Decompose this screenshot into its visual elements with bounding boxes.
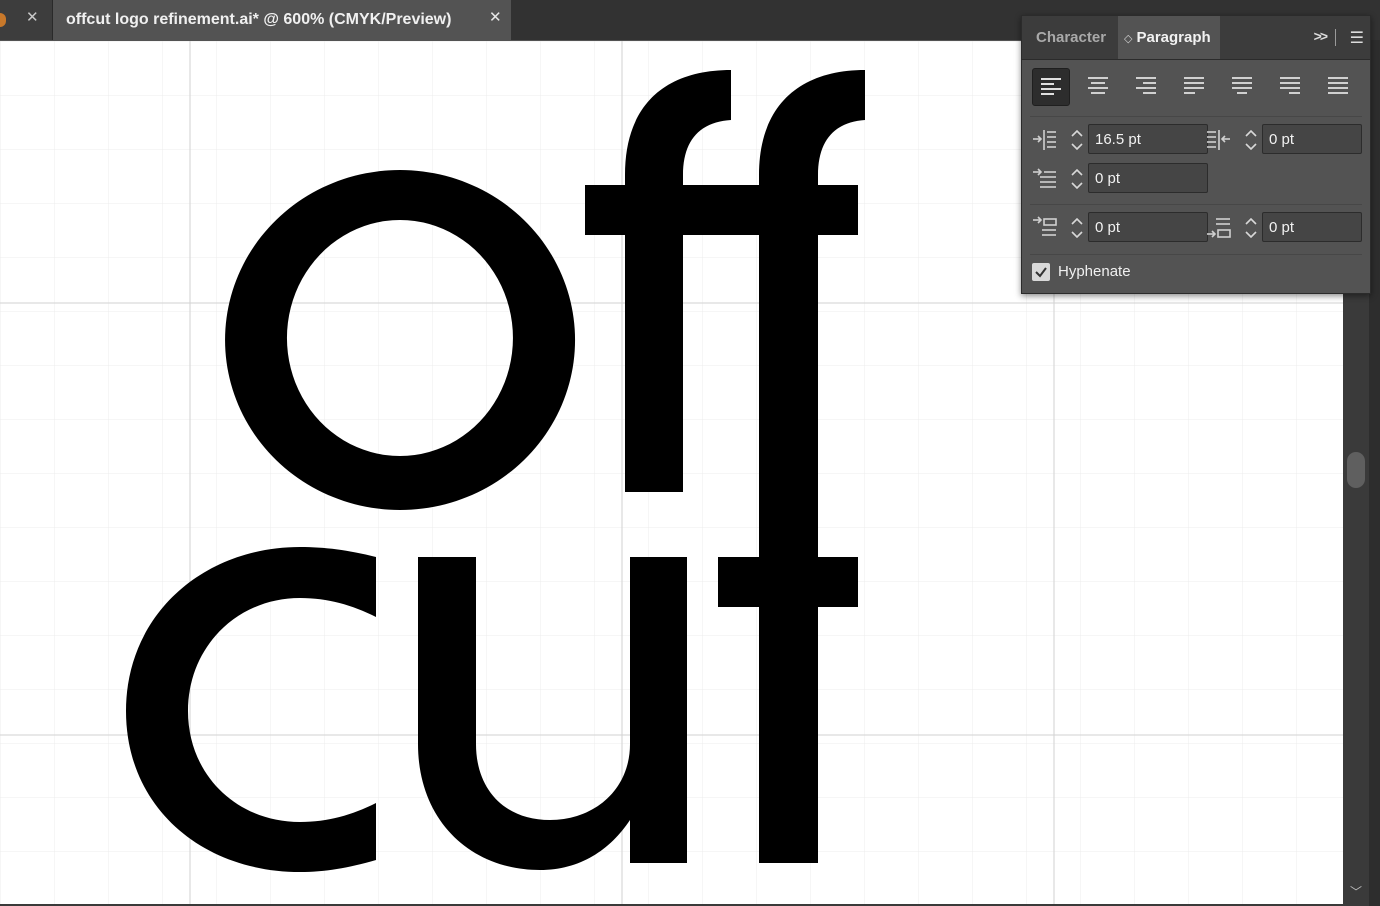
align-left-icon xyxy=(1041,78,1061,95)
left-indent-stepper[interactable] xyxy=(1064,124,1090,156)
indent-row: 16.5 pt 0 pt xyxy=(1032,124,1362,156)
panel-expand-icon[interactable]: >> xyxy=(1314,28,1328,44)
right-indent-icon xyxy=(1207,130,1230,150)
stepper-arrows-icon xyxy=(1245,130,1257,150)
first-line-indent-field[interactable]: 0 pt xyxy=(1088,163,1208,193)
align-right-icon xyxy=(1136,77,1156,94)
left-indent-field[interactable]: 16.5 pt xyxy=(1088,124,1208,154)
close-icon[interactable]: ✕ xyxy=(26,8,39,26)
scrollbar-thumb[interactable] xyxy=(1347,452,1365,488)
justify-last-left-icon xyxy=(1184,77,1204,94)
paragraph-panel: Character ◇ Paragraph >> ☰ 16.5 pt 0 pt … xyxy=(1021,15,1371,294)
justify-last-center-button[interactable] xyxy=(1224,68,1260,104)
scroll-down-arrow-icon[interactable]: ﹀ xyxy=(1350,883,1362,900)
space-after-stepper[interactable] xyxy=(1238,212,1264,244)
space-before-stepper[interactable] xyxy=(1064,212,1090,244)
document-tab-title: offcut logo refinement.ai* @ 600% (CMYK/… xyxy=(66,11,452,28)
spacing-row: 0 pt 0 pt xyxy=(1032,212,1362,244)
justify-all-icon xyxy=(1328,77,1348,94)
close-tab-icon[interactable]: ✕ xyxy=(489,8,502,26)
align-center-icon xyxy=(1088,77,1108,94)
first-line-indent-row: 0 pt xyxy=(1032,163,1362,195)
alignment-buttons xyxy=(1032,68,1362,106)
glyph-t-crossbar xyxy=(718,557,858,607)
first-line-indent-icon xyxy=(1033,168,1056,188)
stepper-arrows-icon xyxy=(1071,130,1083,150)
panel-menu-icon[interactable]: ☰ xyxy=(1350,28,1364,48)
justify-last-left-button[interactable] xyxy=(1176,68,1212,104)
space-before-field[interactable]: 0 pt xyxy=(1088,212,1208,242)
stepper-arrows-icon xyxy=(1071,169,1083,189)
align-left-button[interactable] xyxy=(1032,68,1070,106)
panel-divider xyxy=(1030,204,1362,205)
panel-divider xyxy=(1030,254,1362,255)
panel-divider xyxy=(1030,116,1362,117)
hyphenate-label: Hyphenate xyxy=(1058,263,1131,280)
first-line-indent-stepper[interactable] xyxy=(1064,163,1090,195)
align-center-button[interactable] xyxy=(1080,68,1116,104)
right-indent-stepper[interactable] xyxy=(1238,124,1264,156)
space-before-icon xyxy=(1033,216,1057,236)
tab-paragraph-label: Paragraph xyxy=(1136,29,1211,46)
align-right-button[interactable] xyxy=(1128,68,1164,104)
panel-tab-bar: Character ◇ Paragraph >> ☰ xyxy=(1022,16,1370,60)
checkmark-icon xyxy=(1035,267,1047,278)
space-after-field[interactable]: 0 pt xyxy=(1262,212,1362,242)
justify-last-center-icon xyxy=(1232,77,1252,94)
hyphenate-checkbox[interactable] xyxy=(1032,263,1050,281)
tab-paragraph[interactable]: ◇ Paragraph xyxy=(1118,16,1220,59)
tab-indicator-icon xyxy=(0,13,6,27)
panel-separator xyxy=(1335,29,1336,46)
left-indent-icon xyxy=(1033,130,1056,150)
active-document-tab[interactable]: offcut logo refinement.ai* @ 600% (CMYK/… xyxy=(53,0,511,40)
justify-last-right-button[interactable] xyxy=(1272,68,1308,104)
space-after-icon xyxy=(1207,218,1231,238)
justify-last-right-icon xyxy=(1280,77,1300,94)
tab-character[interactable]: Character xyxy=(1036,16,1106,59)
tab-updown-icon: ◇ xyxy=(1124,33,1133,45)
justify-all-button[interactable] xyxy=(1320,68,1356,104)
stepper-arrows-icon xyxy=(1071,218,1083,238)
previous-document-tab[interactable]: ✕ xyxy=(0,0,53,40)
right-indent-field[interactable]: 0 pt xyxy=(1262,124,1362,154)
stepper-arrows-icon xyxy=(1245,218,1257,238)
